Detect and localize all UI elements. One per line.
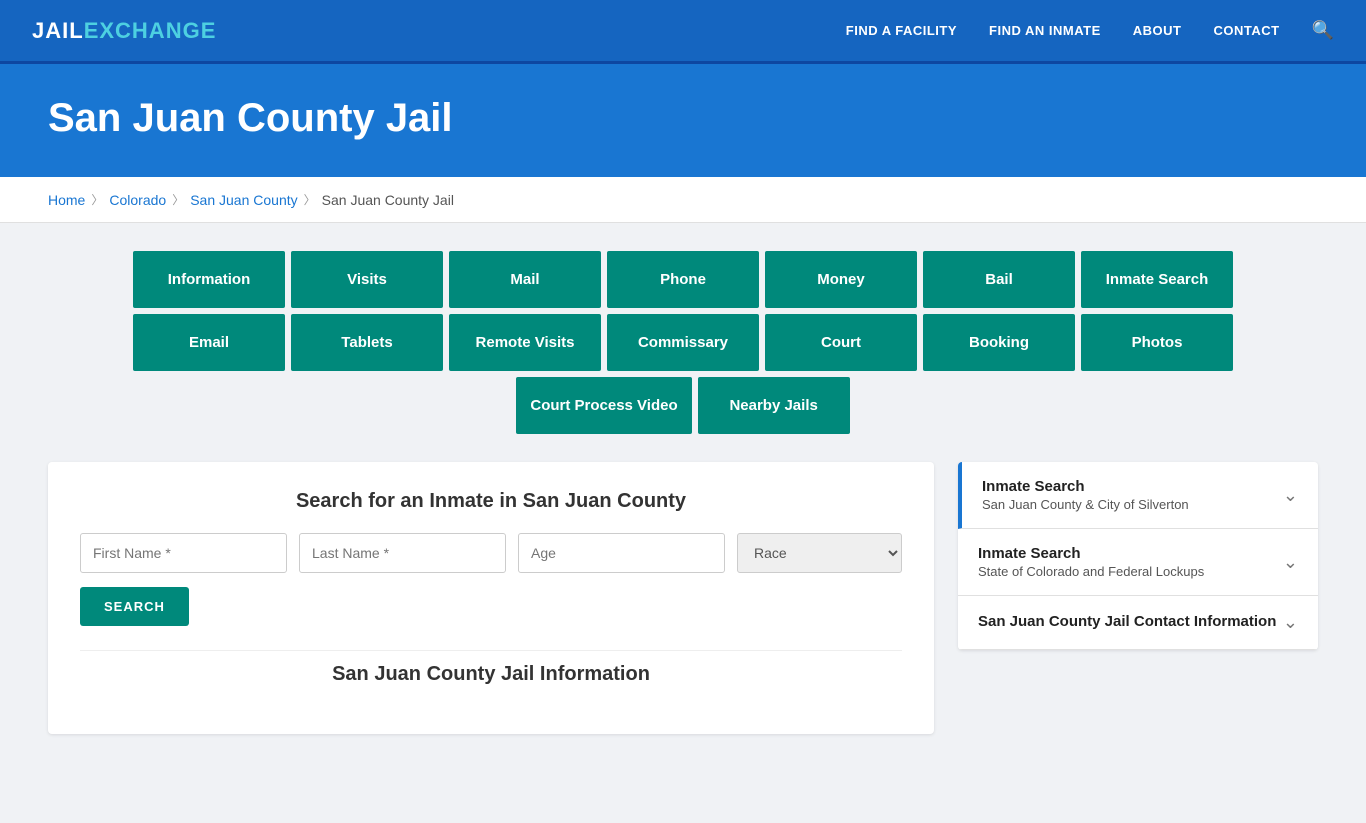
main-content: Information Visits Mail Phone Money Bail… (0, 223, 1366, 823)
logo[interactable]: JAILEXCHANGE (32, 18, 216, 44)
nav-find-facility[interactable]: FIND A FACILITY (846, 23, 957, 38)
left-panel: Search for an Inmate in San Juan County … (48, 462, 934, 734)
sidebar-sub-2: State of Colorado and Federal Lockups (978, 564, 1204, 579)
race-select[interactable]: Race White Black Hispanic Asian Native A… (737, 533, 902, 573)
btn-bail[interactable]: Bail (923, 251, 1075, 308)
logo-exchange: EXCHANGE (84, 18, 217, 44)
breadcrumb: Home 〉 Colorado 〉 San Juan County 〉 San … (0, 177, 1366, 223)
chevron-down-icon-3: ⌄ (1283, 612, 1298, 633)
btn-money[interactable]: Money (765, 251, 917, 308)
search-button[interactable]: SEARCH (80, 587, 189, 626)
content-area: Search for an Inmate in San Juan County … (48, 462, 1318, 734)
btn-photos[interactable]: Photos (1081, 314, 1233, 371)
search-icon[interactable]: 🔍 (1312, 20, 1334, 41)
page-title: San Juan County Jail (48, 96, 1318, 141)
inmate-search-form: Race White Black Hispanic Asian Native A… (80, 533, 902, 626)
sidebar-item-1[interactable]: Inmate Search San Juan County & City of … (958, 462, 1318, 529)
sidebar-item-3[interactable]: San Juan County Jail Contact Information… (958, 596, 1318, 650)
form-row-names: Race White Black Hispanic Asian Native A… (80, 533, 902, 573)
main-nav: FIND A FACILITY FIND AN INMATE ABOUT CON… (846, 20, 1334, 41)
breadcrumb-home[interactable]: Home (48, 192, 85, 208)
chevron-icon-2: 〉 (172, 191, 184, 208)
nav-contact[interactable]: CONTACT (1213, 23, 1279, 38)
sidebar-title-3: San Juan County Jail Contact Information (978, 613, 1276, 630)
btn-row-3: Court Process Video Nearby Jails (516, 377, 849, 434)
breadcrumb-current: San Juan County Jail (322, 192, 454, 208)
chevron-icon-3: 〉 (304, 191, 316, 208)
chevron-down-icon-2: ⌄ (1283, 552, 1298, 573)
sidebar-item-2[interactable]: Inmate Search State of Colorado and Fede… (958, 529, 1318, 596)
right-panel: Inmate Search San Juan County & City of … (958, 462, 1318, 650)
btn-court[interactable]: Court (765, 314, 917, 371)
nav-about[interactable]: ABOUT (1133, 23, 1182, 38)
nav-find-inmate[interactable]: FIND AN INMATE (989, 23, 1101, 38)
chevron-icon-1: 〉 (91, 191, 103, 208)
btn-visits[interactable]: Visits (291, 251, 443, 308)
btn-row-2: Email Tablets Remote Visits Commissary C… (133, 314, 1233, 371)
last-name-input[interactable] (299, 533, 506, 573)
header: JAILEXCHANGE FIND A FACILITY FIND AN INM… (0, 0, 1366, 64)
age-input[interactable] (518, 533, 725, 573)
sidebar-title-1: Inmate Search (982, 478, 1189, 495)
chevron-down-icon-1: ⌄ (1283, 485, 1298, 506)
btn-email[interactable]: Email (133, 314, 285, 371)
btn-court-process-video[interactable]: Court Process Video (516, 377, 691, 434)
sidebar-title-2: Inmate Search (978, 545, 1204, 562)
btn-mail[interactable]: Mail (449, 251, 601, 308)
btn-tablets[interactable]: Tablets (291, 314, 443, 371)
btn-inmate-search[interactable]: Inmate Search (1081, 251, 1233, 308)
btn-phone[interactable]: Phone (607, 251, 759, 308)
logo-jail: JAIL (32, 18, 84, 44)
btn-row-1: Information Visits Mail Phone Money Bail… (133, 251, 1233, 308)
btn-commissary[interactable]: Commissary (607, 314, 759, 371)
first-name-input[interactable] (80, 533, 287, 573)
category-button-grid: Information Visits Mail Phone Money Bail… (48, 251, 1318, 434)
breadcrumb-san-juan-county[interactable]: San Juan County (190, 192, 297, 208)
btn-nearby-jails[interactable]: Nearby Jails (698, 377, 850, 434)
breadcrumb-colorado[interactable]: Colorado (109, 192, 166, 208)
search-heading: Search for an Inmate in San Juan County (80, 490, 902, 513)
btn-booking[interactable]: Booking (923, 314, 1075, 371)
btn-information[interactable]: Information (133, 251, 285, 308)
hero-banner: San Juan County Jail (0, 64, 1366, 177)
btn-remote-visits[interactable]: Remote Visits (449, 314, 601, 371)
info-section-title: San Juan County Jail Information (80, 650, 902, 686)
sidebar-sub-1: San Juan County & City of Silverton (982, 497, 1189, 512)
